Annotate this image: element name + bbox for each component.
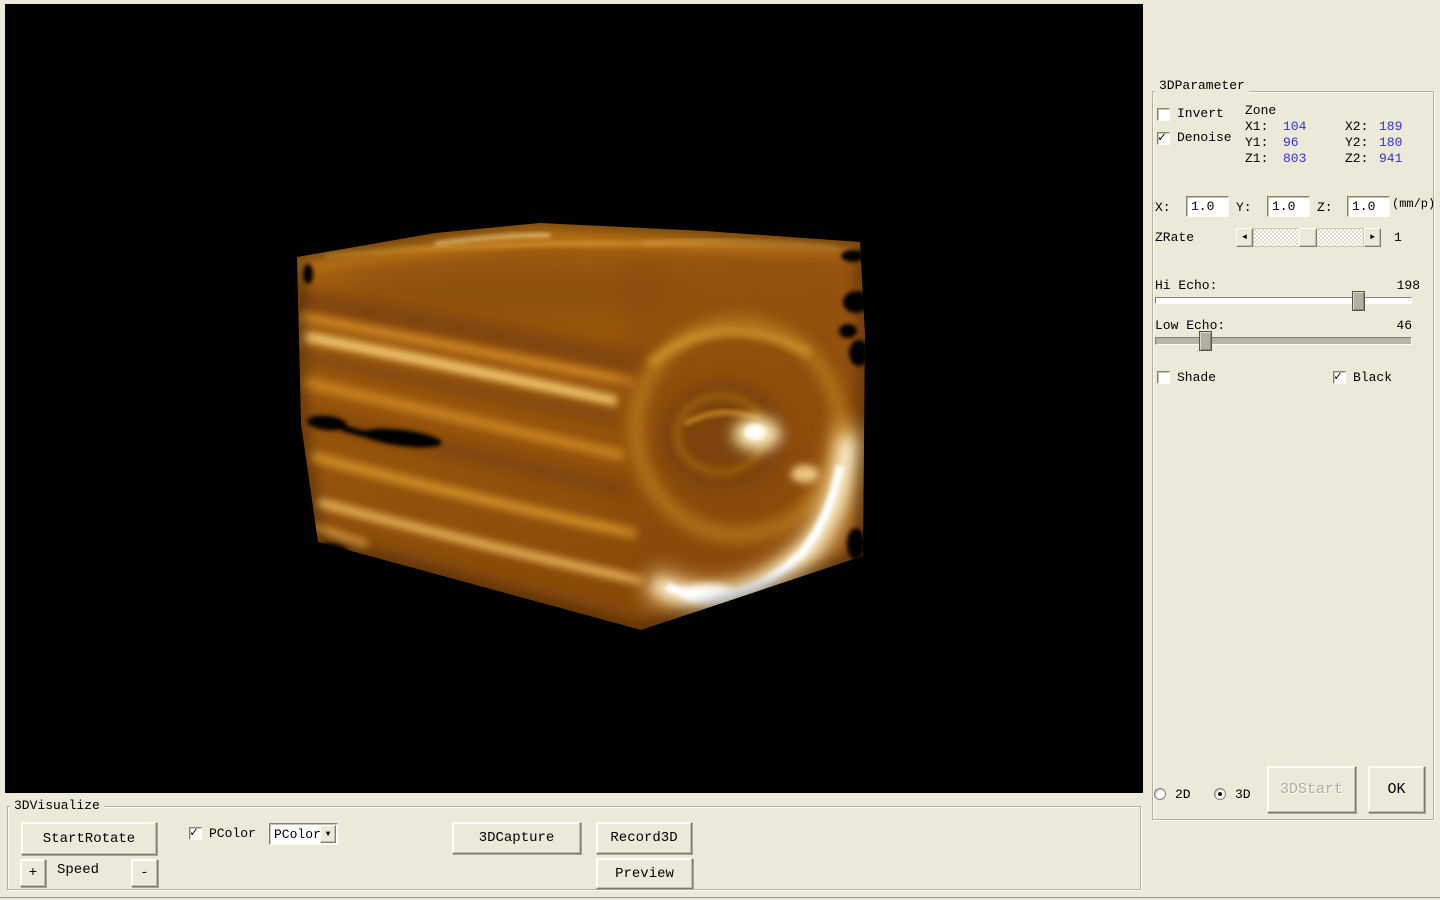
zrate-scroll-right-button[interactable]: ► bbox=[1364, 228, 1381, 247]
chevron-down-icon: ▼ bbox=[326, 830, 331, 839]
speed-label: Speed bbox=[57, 863, 99, 878]
scale-y-label: Y: bbox=[1236, 200, 1252, 215]
zone-y1-label: Y1: bbox=[1245, 135, 1268, 150]
invert-checkbox[interactable] bbox=[1157, 108, 1170, 121]
zone-y1-value: 96 bbox=[1283, 135, 1299, 150]
zone-z2-label: Z2: bbox=[1345, 151, 1368, 166]
scale-z-input[interactable] bbox=[1348, 197, 1389, 216]
mode-3d-radio[interactable] bbox=[1214, 788, 1226, 800]
scale-y-input-frame bbox=[1267, 196, 1310, 217]
black-checkbox[interactable]: ✓ bbox=[1333, 371, 1346, 384]
zone-x1-label: X1: bbox=[1245, 119, 1268, 134]
visualize-group-title: 3DVisualize bbox=[10, 799, 104, 813]
zone-x1-value: 104 bbox=[1283, 119, 1306, 134]
low-echo-slider-track[interactable] bbox=[1155, 337, 1412, 345]
zone-y2-label: Y2: bbox=[1345, 135, 1368, 150]
scale-x-input-frame bbox=[1186, 196, 1229, 217]
record-3d-button[interactable]: Record3D bbox=[596, 822, 692, 854]
render-viewport[interactable] bbox=[5, 4, 1143, 793]
scale-z-label: Z: bbox=[1317, 200, 1333, 215]
window-bottom-edge bbox=[0, 897, 1440, 898]
check-icon: ✓ bbox=[190, 825, 198, 840]
hi-echo-slider-track[interactable] bbox=[1155, 297, 1412, 304]
ultrasound-3d-app-window: { "right_panel": { "title": "3DParameter… bbox=[0, 0, 1440, 900]
zrate-value: 1 bbox=[1394, 230, 1402, 245]
zone-title: Zone bbox=[1245, 103, 1276, 118]
ok-button[interactable]: OK bbox=[1368, 766, 1425, 813]
capture-3d-button[interactable]: 3DCapture bbox=[452, 822, 581, 854]
zrate-scrollbar: ◄ ► bbox=[1236, 228, 1381, 247]
hi-echo-slider-thumb[interactable] bbox=[1352, 291, 1365, 311]
denoise-label: Denoise bbox=[1177, 130, 1232, 145]
low-echo-slider-thumb[interactable] bbox=[1199, 331, 1212, 351]
scale-unit-label: (mm/p) bbox=[1392, 197, 1435, 212]
zrate-scroll-left-button[interactable]: ◄ bbox=[1236, 228, 1253, 247]
speed-minus-button[interactable]: - bbox=[131, 859, 158, 887]
zone-x2-value: 189 bbox=[1379, 119, 1402, 134]
zrate-scroll-thumb[interactable] bbox=[1299, 228, 1317, 247]
zone-z1-label: Z1: bbox=[1245, 151, 1268, 166]
invert-label: Invert bbox=[1177, 106, 1224, 121]
low-echo-value: 46 bbox=[1380, 318, 1412, 333]
check-icon: ✓ bbox=[1334, 369, 1342, 384]
zone-y2-value: 180 bbox=[1379, 135, 1402, 150]
zone-x2-label: X2: bbox=[1345, 119, 1368, 134]
volume-render-3d bbox=[5, 4, 1143, 793]
scroll-left-icon: ◄ bbox=[1242, 233, 1247, 242]
scale-z-input-frame bbox=[1347, 196, 1390, 217]
speed-plus-button[interactable]: + bbox=[20, 859, 46, 887]
pcolor-dropdown-value: PColor bbox=[274, 827, 321, 842]
mode-3d-label: 3D bbox=[1235, 787, 1251, 802]
zone-z1-value: 803 bbox=[1283, 151, 1306, 166]
shade-label: Shade bbox=[1177, 370, 1216, 385]
hi-echo-label: Hi Echo: bbox=[1155, 278, 1217, 293]
denoise-checkbox[interactable]: ✓ bbox=[1157, 132, 1170, 145]
mode-2d-radio[interactable] bbox=[1154, 788, 1166, 800]
start-rotate-button[interactable]: StartRotate bbox=[21, 822, 157, 855]
pcolor-label: PColor bbox=[209, 826, 256, 841]
zone-z2-value: 941 bbox=[1379, 151, 1402, 166]
zrate-label: ZRate bbox=[1155, 230, 1194, 245]
pcolor-dropdown[interactable]: PColor ▼ bbox=[269, 823, 338, 845]
mode-2d-label: 2D bbox=[1175, 787, 1191, 802]
pcolor-checkbox[interactable]: ✓ bbox=[189, 827, 202, 840]
low-echo-label: Low Echo: bbox=[1155, 318, 1225, 333]
scale-y-input[interactable] bbox=[1268, 197, 1309, 216]
check-icon: ✓ bbox=[1158, 130, 1166, 145]
pcolor-dropdown-button[interactable]: ▼ bbox=[320, 825, 336, 843]
scale-x-input[interactable] bbox=[1187, 197, 1228, 216]
start-3d-button[interactable]: 3DStart bbox=[1267, 766, 1356, 813]
scroll-right-icon: ► bbox=[1370, 233, 1375, 242]
scale-x-label: X: bbox=[1155, 200, 1171, 215]
parameter-group-title: 3DParameter bbox=[1155, 79, 1249, 93]
hi-echo-value: 198 bbox=[1386, 278, 1420, 293]
black-label: Black bbox=[1353, 370, 1392, 385]
preview-button[interactable]: Preview bbox=[596, 858, 693, 889]
shade-checkbox[interactable] bbox=[1157, 371, 1170, 384]
